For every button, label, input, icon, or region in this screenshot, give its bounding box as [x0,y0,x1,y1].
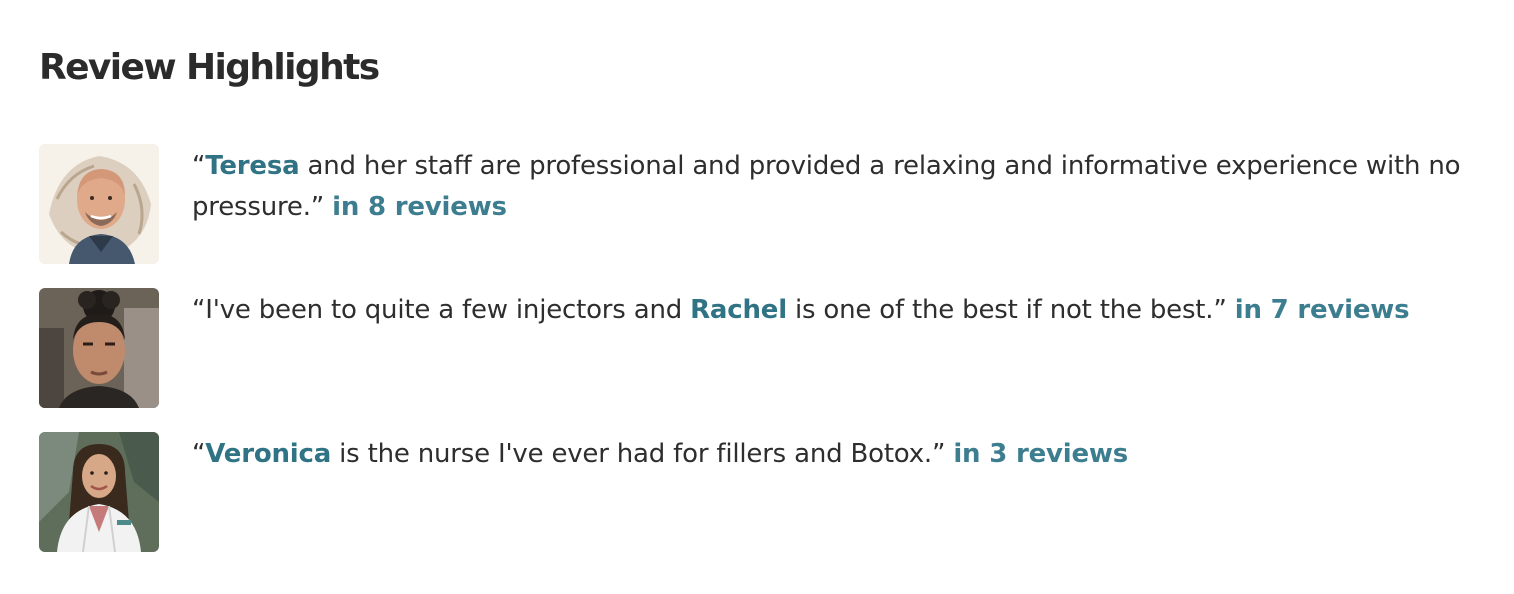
reviews-count-link[interactable]: in 3 reviews [953,439,1128,469]
open-quote: “ [192,151,206,181]
quote-text-after: is one of the best if not the best.” [786,295,1227,325]
section-title: Review Highlights [39,47,380,88]
avatar [39,288,159,408]
man-bald-portrait-icon [39,144,159,264]
open-quote: “ [192,295,206,325]
staff-name: Teresa [205,151,300,181]
open-quote: “ [192,439,206,469]
review-quote: “Teresa and her staff are professional a… [192,146,1482,228]
review-quote: “Veronica is the nurse I've ever had for… [192,434,1482,475]
review-highlights-section: Review Highlights “Teresa and her staff … [0,0,1514,594]
reviews-count-link[interactable]: in 8 reviews [332,192,507,222]
woman-lab-coat-portrait-icon [39,432,159,552]
list-item: “Veronica is the nurse I've ever had for… [39,432,1499,552]
woman-curly-hair-portrait-icon [39,288,159,408]
quote-text-after: is the nurse I've ever had for fillers a… [331,439,946,469]
avatar [39,144,159,264]
list-item: “Teresa and her staff are professional a… [39,144,1499,264]
review-quote: “I've been to quite a few injectors and … [192,290,1482,331]
avatar [39,432,159,552]
reviews-count-link[interactable]: in 7 reviews [1235,295,1410,325]
staff-name: Rachel [690,295,787,325]
staff-name: Veronica [205,439,332,469]
list-item: “I've been to quite a few injectors and … [39,288,1499,408]
highlights-list: “Teresa and her staff are professional a… [39,144,1499,576]
quote-text-before: I've been to quite a few injectors and [205,295,691,325]
